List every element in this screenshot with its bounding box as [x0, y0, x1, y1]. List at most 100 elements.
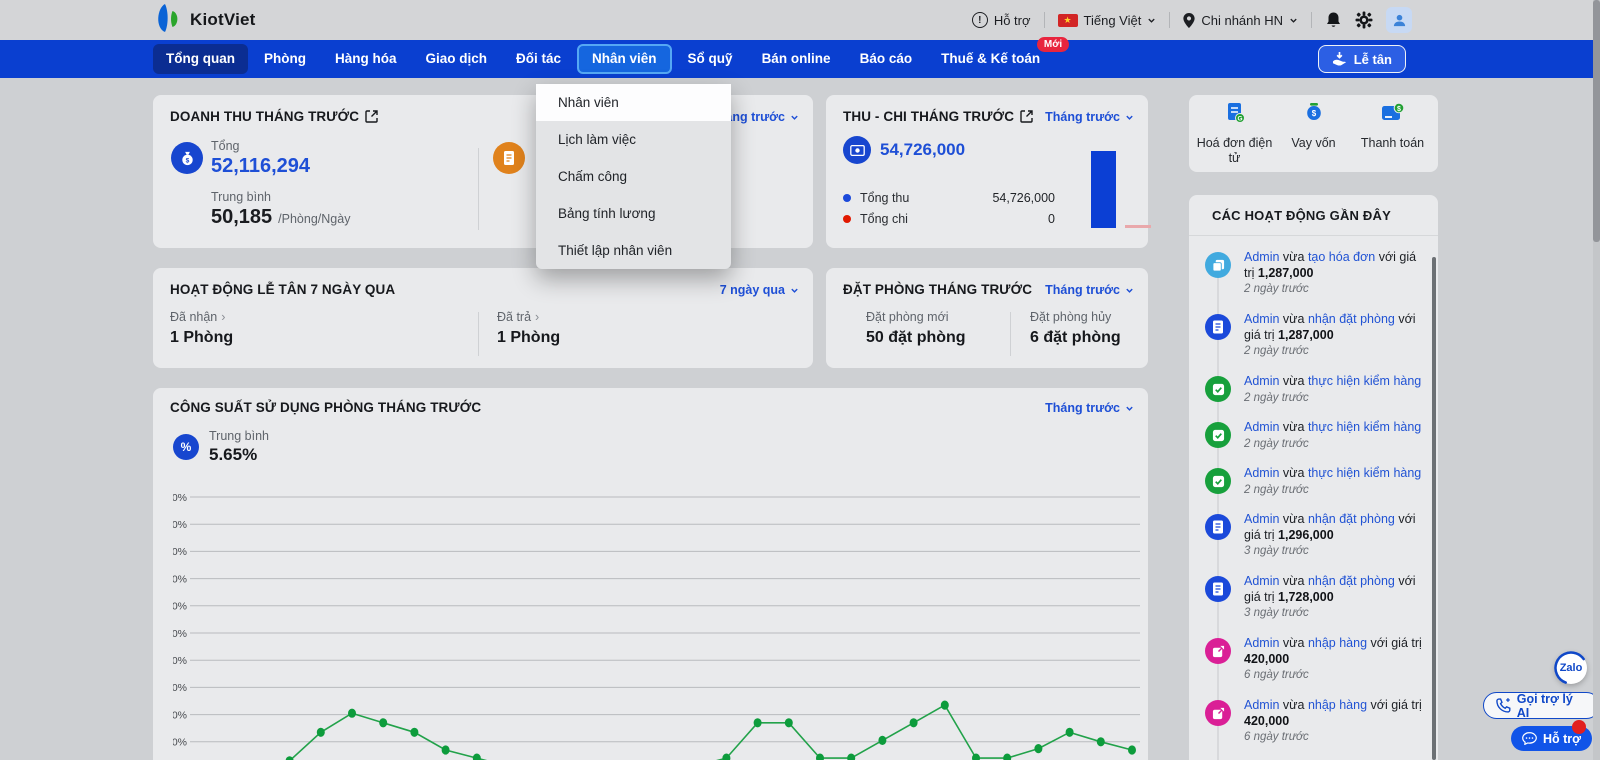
chevron-right-icon: › — [221, 310, 225, 324]
check-icon — [1205, 468, 1231, 494]
recent-activities-card: CÁC HOẠT ĐỘNG GẦN ĐÂY Admin vừa tạo hóa … — [1189, 195, 1438, 760]
activity-action-link[interactable]: thực hiện kiểm hàng — [1308, 466, 1421, 480]
ai-call-button[interactable]: Gọi trợ lý AI — [1483, 692, 1600, 719]
activity-action-link[interactable]: nhập hàng — [1308, 698, 1367, 712]
help-menu[interactable]: ! Hỗ trợ — [972, 12, 1031, 28]
returned-label: Đã trả — [497, 310, 531, 324]
svg-text:60%: 60% — [173, 601, 187, 613]
activity-text: Admin vừa thực hiện kiểm hàng — [1244, 466, 1427, 482]
svg-text:90%: 90% — [173, 519, 187, 531]
activity-text: Admin vừa nhận đặt phòng với giá trị 1,2… — [1244, 312, 1427, 343]
activity-user-link[interactable]: Admin — [1244, 374, 1279, 388]
kiotviet-logo[interactable]: KiotViet — [153, 4, 256, 36]
zalo-ring — [1553, 650, 1589, 686]
nav-item--i-t-c[interactable]: Đối tác — [503, 44, 574, 74]
activity-time: 3 ngày trước — [1244, 545, 1427, 557]
reception-period-dropdown[interactable]: 7 ngày qua — [720, 283, 799, 297]
nav-item-h-ng-h-a[interactable]: Hàng hóa — [322, 44, 410, 74]
activity-time: 2 ngày trước — [1244, 438, 1427, 450]
income-expense-period-dropdown[interactable]: Tháng trước — [1045, 110, 1134, 124]
nav-item-ph-ng[interactable]: Phòng — [251, 44, 319, 74]
nav-item-b-n-online[interactable]: Bán online — [749, 44, 844, 74]
activity-text: Admin vừa thực hiện kiểm hàng — [1244, 420, 1427, 436]
topbar-right: ! Hỗ trợ ★ Tiếng Việt Chi nhánh HN — [972, 0, 1412, 40]
shortcut-ho-n-i-n-t-[interactable]: G Hoá đơn điện tử — [1195, 101, 1274, 166]
shortcut-thanh-to-n[interactable]: $ Thanh toán — [1353, 101, 1432, 166]
kiotviet-dashboard: KiotViet ! Hỗ trợ ★ Tiếng Việt Chi nhánh… — [0, 0, 1600, 760]
activity-text: Admin vừa thực hiện kiểm hàng — [1244, 374, 1427, 390]
activity-user-link[interactable]: Admin — [1244, 698, 1279, 712]
activity-action-link[interactable]: thực hiện kiểm hàng — [1308, 374, 1421, 388]
activity-user-link[interactable]: Admin — [1244, 312, 1279, 326]
main-nav: Tổng quanPhòngHàng hóaGiao dịchĐối tácNh… — [0, 40, 1600, 78]
nav-item-thu-k-to-n[interactable]: Thuế & Kế toánMới — [928, 44, 1053, 74]
legend-dot — [843, 194, 851, 202]
activity-action-link[interactable]: thực hiện kiểm hàng — [1308, 420, 1421, 434]
booking-doc-icon — [1205, 314, 1231, 340]
reception-button[interactable]: Lễ tân — [1318, 45, 1406, 73]
received-label: Đã nhận — [170, 310, 217, 324]
revenue-card-title: DOANH THU THÁNG TRƯỚC — [170, 109, 378, 124]
nav-item-t-ng-quan[interactable]: Tổng quan — [153, 44, 248, 74]
legend-row: Tổng chi 0 — [843, 208, 1055, 229]
activity-user-link[interactable]: Admin — [1244, 574, 1279, 588]
activity-value: 1,287,000 — [1258, 266, 1314, 280]
activity-action-link[interactable]: nhận đặt phòng — [1308, 312, 1395, 326]
reception-activity-card: HOẠT ĐỘNG LỄ TÂN 7 NGÀY QUA 7 ngày qua Đ… — [153, 268, 813, 368]
booking-doc-icon — [1205, 576, 1231, 602]
returned-stat[interactable]: Đã trả› 1 Phòng — [497, 310, 560, 347]
nav-item-b-o-c-o[interactable]: Báo cáo — [847, 44, 926, 74]
activity-time: 3 ngày trước — [1244, 607, 1427, 619]
nav-item-s-qu-[interactable]: Sổ quỹ — [675, 44, 746, 74]
branch-selector[interactable]: Chi nhánh HN — [1183, 13, 1298, 28]
occupancy-avg-label: Trung bình — [209, 429, 269, 443]
ai-call-label: Gọi trợ lý AI — [1517, 692, 1587, 720]
activity-user-link[interactable]: Admin — [1244, 420, 1279, 434]
activity-item: Admin vừa nhận đặt phòng với giá trị 1,2… — [1205, 312, 1427, 357]
external-link-icon[interactable] — [1020, 110, 1033, 123]
menu-item-l-ch-l-m-vi-c[interactable]: Lịch làm việc — [536, 121, 731, 158]
nav-item-giao-d-ch[interactable]: Giao dịch — [413, 44, 501, 74]
e-invoice-icon: G — [1223, 101, 1247, 130]
user-avatar[interactable] — [1386, 7, 1412, 33]
cancelled-booking-label: Đặt phòng hủy — [1030, 310, 1121, 324]
occupancy-period-dropdown[interactable]: Tháng trước — [1045, 401, 1134, 415]
activity-item: Admin vừa thực hiện kiểm hàng 2 ngày trư… — [1205, 374, 1427, 404]
activity-user-link[interactable]: Admin — [1244, 250, 1279, 264]
activity-action-link[interactable]: tạo hóa đơn — [1308, 250, 1375, 264]
external-link-icon[interactable] — [365, 110, 378, 123]
reception-button-label: Lễ tân — [1354, 52, 1392, 67]
activity-user-link[interactable]: Admin — [1244, 512, 1279, 526]
menu-item-thi-t-l-p-nh-n-vi-n[interactable]: Thiết lập nhân viên — [536, 232, 731, 269]
booking-period-dropdown[interactable]: Tháng trước — [1045, 283, 1134, 297]
settings-gear-icon[interactable] — [1355, 11, 1373, 29]
menu-item-ch-m-c-ng[interactable]: Chấm công — [536, 158, 731, 195]
zalo-button[interactable]: Zalo — [1555, 652, 1587, 684]
activity-action-link[interactable]: nhận đặt phòng — [1308, 574, 1395, 588]
shortcuts-card: G Hoá đơn điện tử$ Vay vốn$ Thanh toán — [1189, 95, 1438, 172]
notifications-bell-icon[interactable] — [1325, 11, 1342, 29]
activity-user-link[interactable]: Admin — [1244, 636, 1279, 650]
activity-action-link[interactable]: nhận đặt phòng — [1308, 512, 1395, 526]
shortcut-vay-v-n[interactable]: $ Vay vốn — [1274, 101, 1353, 166]
received-stat[interactable]: Đã nhận› 1 Phòng — [170, 310, 233, 347]
income-bar — [1091, 151, 1116, 228]
menu-item-b-ng-t-nh-l-ng[interactable]: Bảng tính lương — [536, 195, 731, 232]
menu-item-nh-n-vi-n[interactable]: Nhân viên — [536, 84, 731, 121]
booking-period-label: Tháng trước — [1045, 283, 1120, 297]
income-expense-card: THU - CHI THÁNG TRƯỚC Tháng trước 54,726… — [826, 95, 1148, 248]
nav-item-nh-n-vi-n[interactable]: Nhân viên — [577, 44, 672, 74]
language-selector[interactable]: ★ Tiếng Việt — [1058, 13, 1157, 28]
divider — [478, 148, 479, 230]
activity-value: 1,287,000 — [1278, 328, 1334, 342]
activities-scrollbar[interactable] — [1432, 257, 1436, 760]
income-expense-title: THU - CHI THÁNG TRƯỚC — [843, 109, 1033, 124]
legend-row: Tổng thu 54,726,000 — [843, 187, 1055, 208]
activity-action-link[interactable]: nhập hàng — [1308, 636, 1367, 650]
activity-value: 1,296,000 — [1278, 528, 1334, 542]
activity-value: 420,000 — [1244, 714, 1289, 728]
page-scrollbar-thumb[interactable] — [1593, 0, 1600, 242]
activity-user-link[interactable]: Admin — [1244, 466, 1279, 480]
occupancy-card: CÔNG SUẤT SỬ DỤNG PHÒNG THÁNG TRƯỚC Thán… — [153, 388, 1148, 760]
percent-icon: % — [173, 434, 199, 460]
